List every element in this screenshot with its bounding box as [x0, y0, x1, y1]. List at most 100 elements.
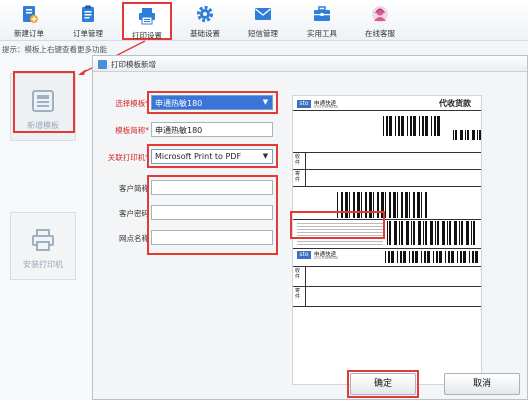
sender-label: 寄件 [295, 288, 301, 300]
support-agent-icon [372, 6, 388, 22]
new-order-button[interactable]: 新建订单 [4, 2, 54, 40]
barcode-bar [466, 221, 469, 245]
barcode-bar [461, 221, 463, 245]
dialog-title-bar: 打印模板新增 [93, 56, 527, 72]
printer-row: 关联打印机* Microsoft Print to PDF ▼ [93, 149, 293, 165]
gear-icon [197, 6, 213, 22]
barcode-bar [383, 116, 384, 136]
barcode-bar [357, 192, 360, 218]
barcode-bar [361, 192, 362, 218]
barcode-bar [377, 192, 379, 218]
barcode-bar [389, 192, 391, 218]
customer-name-input[interactable] [151, 180, 273, 195]
sto-logo: sto [297, 100, 311, 108]
barcode-bar [465, 130, 466, 140]
preview-divider [293, 152, 481, 153]
install-printer-card[interactable]: 安装打印机 [10, 212, 76, 280]
preview-divider [293, 306, 481, 307]
barcode-bar [398, 116, 400, 136]
preview-divider [293, 248, 481, 249]
barcode-bar [454, 221, 457, 245]
barcode-bar [421, 192, 422, 218]
barcode-bar [409, 192, 410, 218]
barcode-bar [385, 192, 386, 218]
sender-label: 寄件 [295, 171, 301, 183]
customer-password-input[interactable] [151, 205, 273, 220]
customer-name-row: 客户简称 [93, 180, 293, 196]
barcode-bar [409, 251, 410, 263]
dialog-icon [98, 60, 107, 69]
new-template-card[interactable]: 新增模板 [10, 73, 76, 141]
new-template-label: 新增模板 [27, 121, 59, 130]
barcode-bar [381, 192, 384, 218]
barcode-bar [425, 221, 427, 245]
customer-password-label: 客户密码 [119, 209, 149, 218]
print-settings-label: 打印设置 [132, 31, 162, 40]
branch-name-input[interactable] [151, 230, 273, 245]
sto-logo: sto [297, 251, 311, 259]
barcode-bar [391, 251, 394, 263]
main-toolbar: 新建订单 订单管理 打印设置 基础设置 短信管理 实用工具 在线客服 [0, 0, 528, 41]
barcode-bar [437, 221, 439, 245]
barcode-bar [397, 251, 398, 263]
barcode-bar [433, 251, 434, 263]
barcode-bar [467, 130, 469, 140]
barcode-bar [427, 251, 430, 263]
preview-divider [293, 219, 481, 220]
order-management-label: 订单管理 [73, 29, 103, 38]
printer-select[interactable]: Microsoft Print to PDF ▼ [151, 149, 273, 164]
barcode-bar [415, 251, 418, 263]
barcode-bar [448, 251, 450, 263]
basic-settings-button[interactable]: 基础设置 [180, 2, 230, 40]
barcode-bar [475, 251, 478, 263]
barcode-bar [425, 116, 428, 136]
short-name-input[interactable]: 申通热敏180 [151, 122, 273, 137]
barcode-bar [393, 192, 396, 218]
barcode-bar [430, 221, 433, 245]
barcode-bar [442, 221, 445, 245]
print-settings-button[interactable]: 打印设置 [122, 2, 172, 40]
barcode-bar [403, 251, 406, 263]
terms-text-block [297, 221, 383, 245]
barcode-bar [410, 116, 412, 136]
barcode-bar [453, 130, 454, 140]
template-dialog: 打印模板新增 选择模板* 申通热敏180 ▼ 模板简称* 申通热敏180 关联打… [92, 55, 528, 400]
barcode-bar [421, 251, 422, 263]
barcode-bar [436, 251, 438, 263]
barcode-bar [413, 192, 415, 218]
barcode-bar [385, 251, 386, 263]
sms-management-button[interactable]: 短信管理 [238, 2, 288, 40]
ok-button[interactable]: 确定 [350, 373, 416, 395]
preview-divider [293, 186, 481, 187]
utilities-button[interactable]: 实用工具 [297, 2, 347, 40]
barcode-bar [397, 192, 398, 218]
barcode-bar [469, 251, 470, 263]
template-select[interactable]: 申通热敏180 ▼ [151, 95, 273, 110]
barcode-bar [413, 116, 416, 136]
branch-name-label: 网点名称 [119, 234, 149, 243]
barcode-bar [399, 221, 400, 245]
cod-text: 代收货款 [439, 99, 471, 108]
barcode-bar [394, 221, 397, 245]
online-support-label: 在线客服 [365, 29, 395, 38]
barcode-bar [413, 221, 415, 245]
barcode-bar [401, 192, 403, 218]
barcode-bar [395, 116, 396, 136]
basic-settings-label: 基础设置 [190, 29, 220, 38]
barcode-bar [341, 192, 343, 218]
preview-divider [293, 286, 481, 287]
barcode-bar [365, 192, 367, 218]
barcode-bar [460, 130, 463, 140]
order-management-button[interactable]: 订单管理 [63, 2, 113, 40]
online-support-button[interactable]: 在线客服 [355, 2, 405, 40]
barcode-bar [459, 221, 460, 245]
barcode-bar [425, 192, 427, 218]
barcode-bar [387, 221, 388, 245]
barcode-bar [431, 116, 432, 136]
barcode-bar [473, 221, 475, 245]
printer-select-value: Microsoft Print to PDF [155, 152, 242, 161]
branch-name-row: 网点名称 [93, 230, 293, 246]
cancel-button[interactable]: 取消 [444, 373, 520, 395]
utilities-label: 实用工具 [307, 29, 337, 38]
barcode-bar [419, 116, 420, 136]
